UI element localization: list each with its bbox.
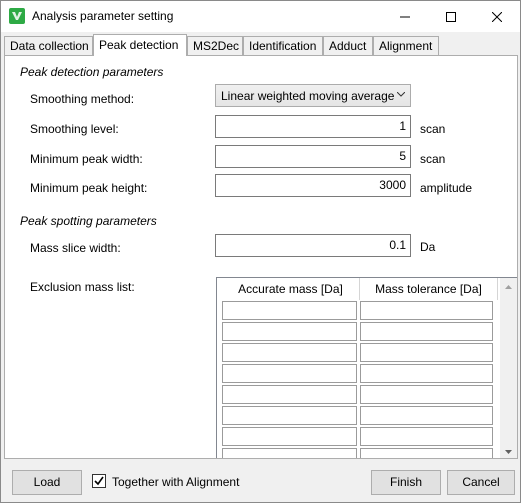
section-title-peak-spotting: Peak spotting parameters [20, 214, 157, 228]
accurate-mass-cell[interactable] [222, 385, 357, 404]
accurate-mass-cell[interactable] [222, 406, 357, 425]
mass-slice-width-label: Mass slice width: [30, 241, 121, 255]
tab-identification[interactable]: Identification [243, 36, 323, 55]
mass-slice-width-unit: Da [420, 240, 436, 254]
exclusion-mass-list-label: Exclusion mass list: [30, 280, 135, 294]
smoothing-method-label: Smoothing method: [30, 92, 135, 106]
smoothing-level-label: Smoothing level: [30, 122, 119, 136]
scroll-down-button[interactable] [500, 443, 517, 458]
title-bar: Analysis parameter setting [1, 1, 520, 32]
cancel-button[interactable]: Cancel [447, 470, 515, 495]
load-button[interactable]: Load [12, 470, 82, 495]
tab-data-collection[interactable]: Data collection [4, 36, 93, 55]
mass-tolerance-cell[interactable] [360, 322, 493, 341]
maximize-button[interactable] [428, 1, 474, 32]
app-icon [9, 8, 25, 24]
smoothing-level-input[interactable]: 1 [215, 115, 411, 138]
min-peak-height-input[interactable]: 3000 [215, 174, 411, 197]
together-with-alignment-checkbox[interactable] [92, 474, 106, 488]
accurate-mass-cell[interactable] [222, 322, 357, 341]
grid-vertical-scrollbar[interactable] [500, 278, 517, 458]
checkmark-icon [94, 476, 104, 486]
column-header-accurate-mass[interactable]: Accurate mass [Da] [222, 278, 360, 300]
smoothing-level-unit: scan [420, 122, 446, 136]
scroll-thumb[interactable] [504, 296, 513, 446]
chevron-up-icon [505, 284, 512, 289]
accurate-mass-cell[interactable] [222, 448, 357, 458]
tab-strip: Data collection Peak detection MS2Dec Id… [4, 34, 518, 56]
min-peak-height-unit: amplitude [420, 181, 473, 195]
smoothing-method-value: Linear weighted moving average [221, 89, 395, 103]
min-peak-width-input[interactable]: 5 [215, 145, 411, 168]
tab-ms2dec[interactable]: MS2Dec [187, 36, 243, 55]
accurate-mass-cell[interactable] [222, 427, 357, 446]
dialog-window: Analysis parameter setting Data collecti… [0, 0, 521, 503]
mass-tolerance-cell[interactable] [360, 406, 493, 425]
close-icon [492, 11, 502, 22]
maximize-icon [446, 11, 456, 22]
column-header-mass-tolerance[interactable]: Mass tolerance [Da] [360, 278, 498, 300]
close-button[interactable] [474, 1, 520, 32]
min-peak-width-label: Minimum peak width: [30, 152, 143, 166]
accurate-mass-cell[interactable] [222, 301, 357, 320]
smoothing-method-select[interactable]: Linear weighted moving average [215, 84, 411, 107]
peak-detection-panel: Peak detection parameters Smoothing meth… [4, 55, 518, 459]
tab-peak-detection[interactable]: Peak detection [93, 34, 187, 56]
accurate-mass-cell[interactable] [222, 364, 357, 383]
mass-tolerance-cell[interactable] [360, 385, 493, 404]
minimize-button[interactable] [382, 1, 428, 32]
tab-alignment[interactable]: Alignment [373, 36, 439, 55]
min-peak-height-label: Minimum peak height: [30, 181, 148, 195]
mass-tolerance-cell[interactable] [360, 343, 493, 362]
mass-tolerance-cell[interactable] [360, 301, 493, 320]
mass-tolerance-cell[interactable] [360, 448, 493, 458]
section-title-peak-detection: Peak detection parameters [20, 65, 164, 79]
finish-button[interactable]: Finish [371, 470, 441, 495]
min-peak-width-unit: scan [420, 152, 446, 166]
together-with-alignment-label[interactable]: Together with Alignment [112, 475, 239, 489]
exclusion-mass-grid[interactable]: Accurate mass [Da] Mass tolerance [Da] [216, 277, 517, 458]
chevron-down-icon [397, 92, 405, 97]
chevron-down-icon [505, 449, 512, 454]
accurate-mass-cell[interactable] [222, 343, 357, 362]
window-title: Analysis parameter setting [32, 9, 174, 23]
minimize-icon [400, 16, 410, 17]
tab-adduct[interactable]: Adduct [323, 36, 373, 55]
mass-slice-width-input[interactable]: 0.1 [215, 234, 411, 257]
mass-tolerance-cell[interactable] [360, 427, 493, 446]
scroll-up-button[interactable] [500, 278, 517, 295]
mass-tolerance-cell[interactable] [360, 364, 493, 383]
